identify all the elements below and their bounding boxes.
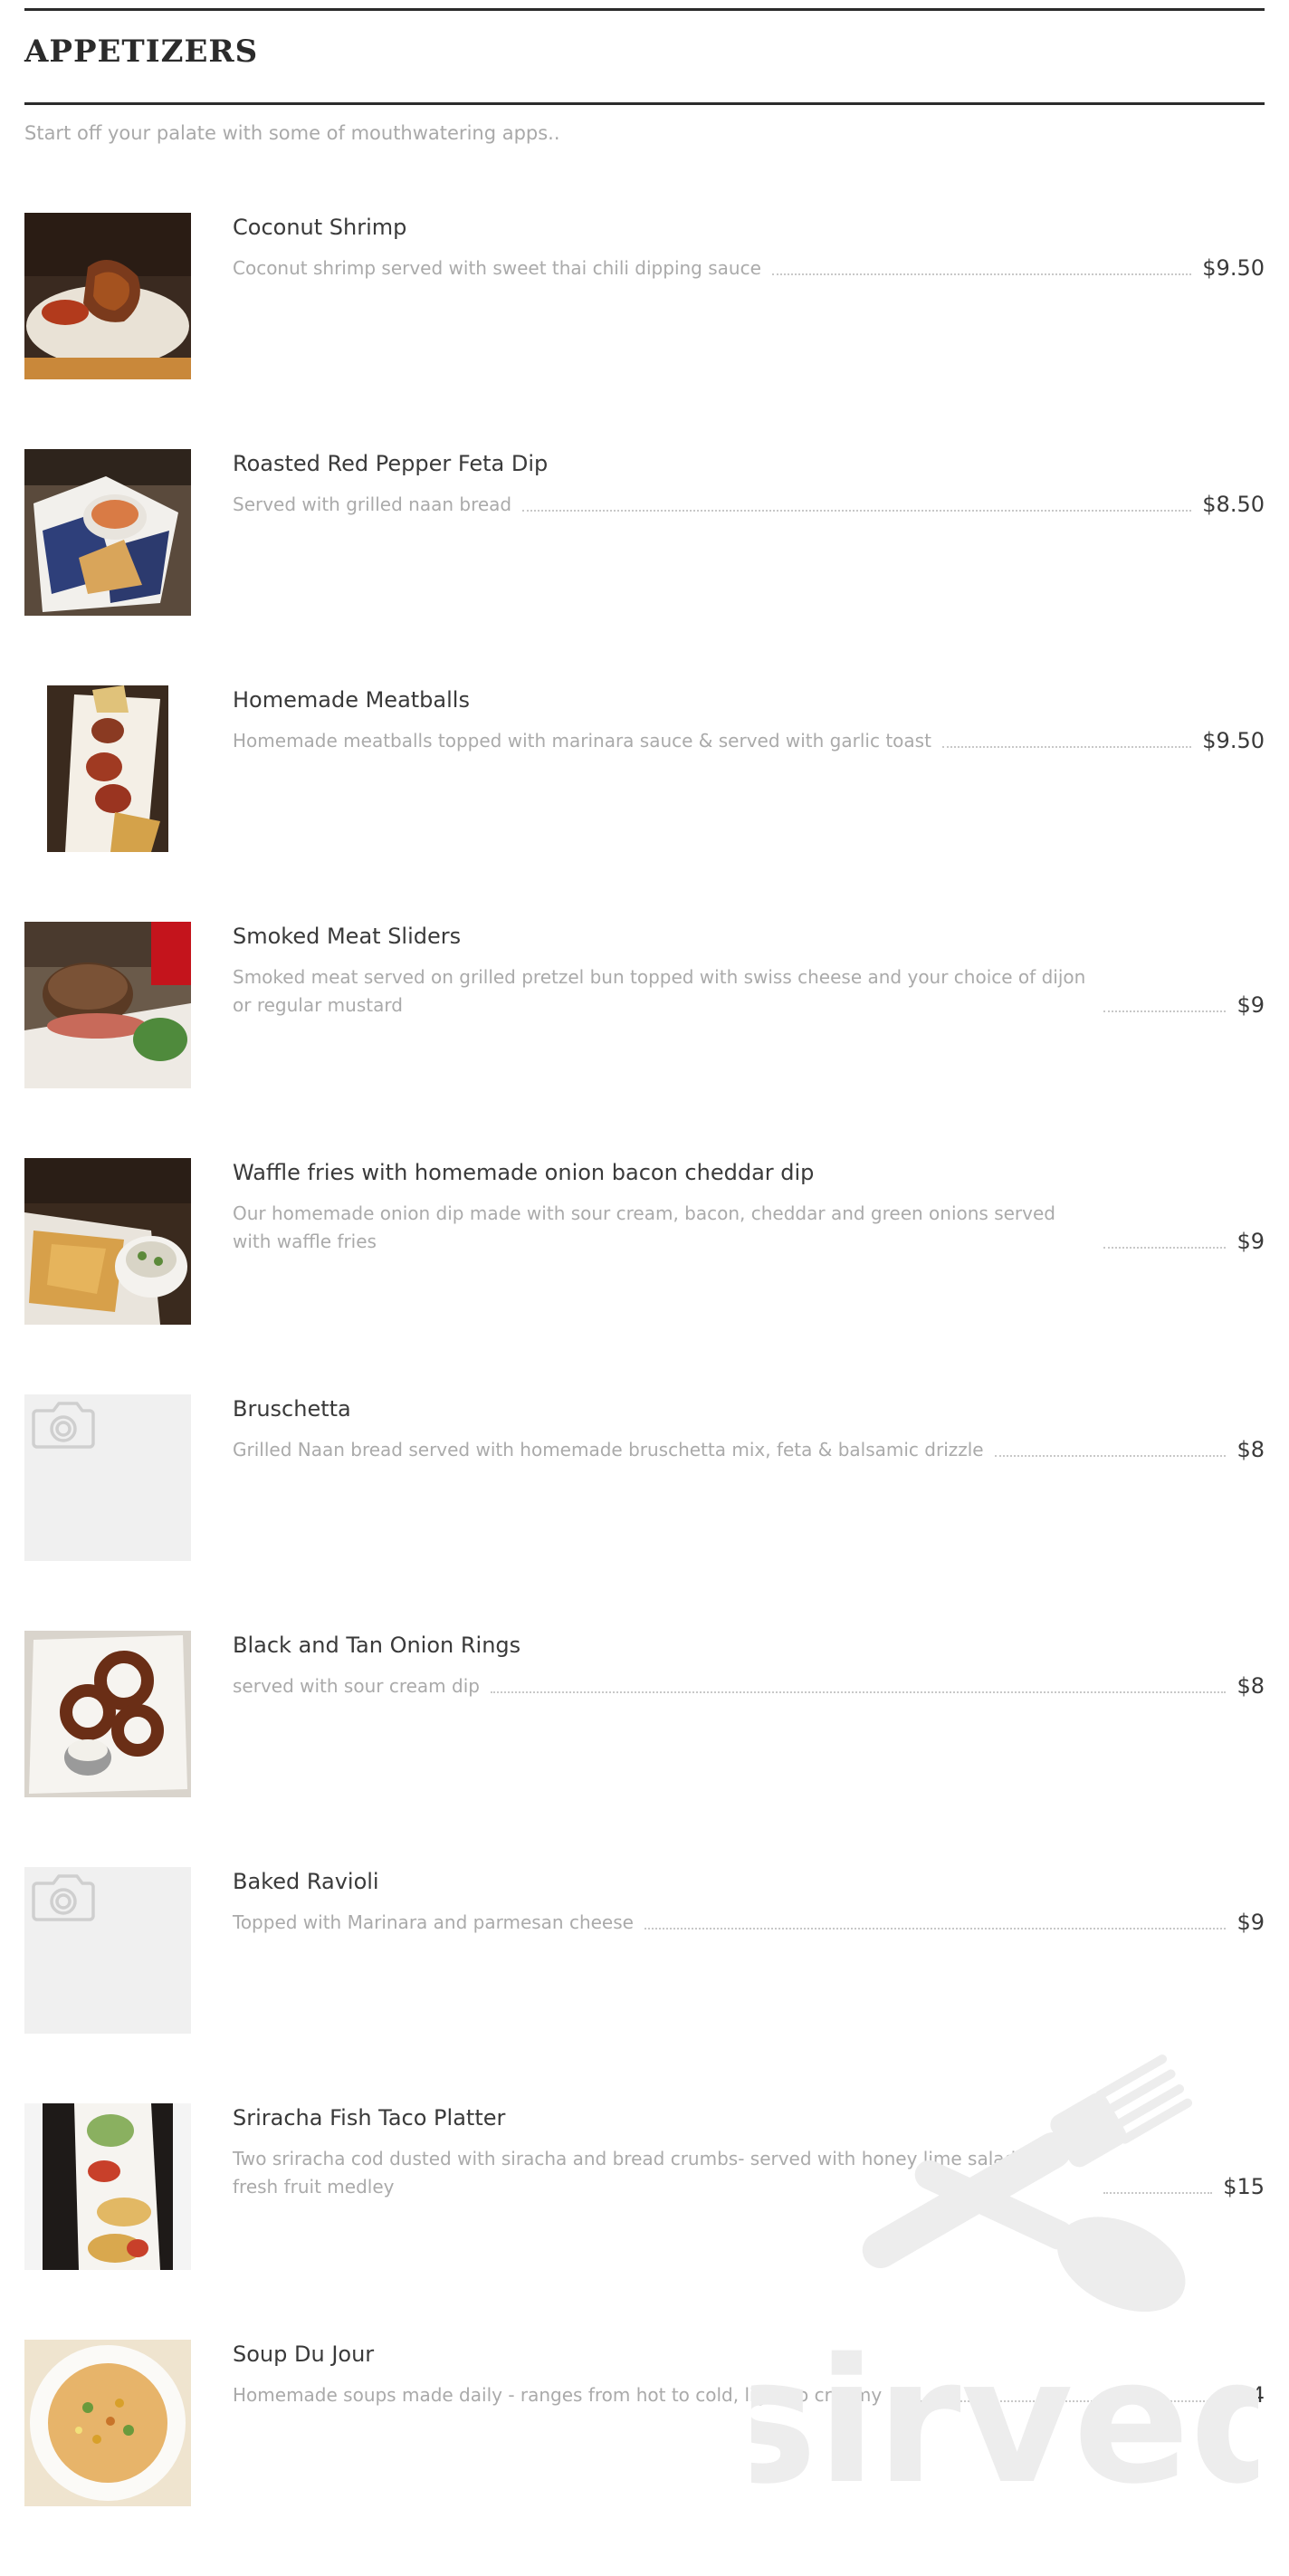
menu-item[interactable]: Roasted Red Pepper Feta Dip Served with …: [24, 449, 1265, 685]
dot-leader: [1103, 1010, 1227, 1012]
menu-item[interactable]: Coconut Shrimp Coconut shrimp served wit…: [24, 213, 1265, 449]
item-photo-onion-rings[interactable]: [24, 1631, 191, 1797]
title-divider: [24, 102, 1265, 105]
item-photo-placeholder[interactable]: [24, 1867, 191, 2034]
item-detail-row: Our homemade onion dip made with sour cr…: [233, 1200, 1265, 1256]
item-price: $9.50: [1202, 255, 1265, 281]
item-description: Topped with Marinara and parmesan cheese: [233, 1911, 634, 1933]
camera-placeholder-icon: [24, 1394, 191, 1561]
item-name: Baked Ravioli: [233, 1869, 379, 1894]
item-detail-row: Smoked meat served on grilled pretzel bu…: [233, 963, 1265, 1020]
item-description: Served with grilled naan bread: [233, 493, 512, 515]
item-name: Soup Du Jour: [233, 2341, 375, 2367]
item-detail-row: Grilled Naan bread served with homemade …: [233, 1436, 1265, 1464]
item-photo-sliders[interactable]: [24, 922, 191, 1088]
watermark-text: sirved: [751, 2322, 1258, 2490]
item-name: Smoked Meat Sliders: [233, 924, 462, 949]
dot-leader: [1103, 1247, 1227, 1249]
item-name: Homemade Meatballs: [233, 687, 470, 713]
menu-item[interactable]: Black and Tan Onion Rings served with so…: [24, 1631, 1265, 1867]
menu-item[interactable]: Smoked Meat Sliders Smoked meat served o…: [24, 922, 1265, 1158]
dot-leader: [522, 510, 1192, 512]
section-title: APPETIZERS: [24, 34, 259, 70]
item-detail-row: Coconut shrimp served with sweet thai ch…: [233, 254, 1265, 282]
dot-leader: [994, 1455, 1227, 1457]
sirved-watermark: sirved: [751, 2054, 1258, 2490]
item-photo-meatballs[interactable]: [24, 685, 191, 852]
item-name: Roasted Red Pepper Feta Dip: [233, 451, 549, 476]
item-price: $8: [1236, 1673, 1265, 1699]
item-description: served with sour cream dip: [233, 1675, 480, 1697]
item-detail-row: Topped with Marinara and parmesan cheese…: [233, 1909, 1265, 1937]
top-divider: [24, 8, 1265, 11]
item-name: Sriracha Fish Taco Platter: [233, 2105, 506, 2131]
item-photo-soup[interactable]: [24, 2340, 191, 2506]
item-photo-waffle-fries[interactable]: [24, 1158, 191, 1325]
item-name: Coconut Shrimp: [233, 215, 407, 240]
dot-leader: [941, 746, 1192, 748]
item-price: $9: [1236, 1229, 1265, 1254]
menu-item[interactable]: Homemade Meatballs Homemade meatballs to…: [24, 685, 1265, 922]
item-price: $9: [1236, 1910, 1265, 1935]
item-detail-row: Served with grilled naan bread $8.50: [233, 491, 1265, 519]
menu-item[interactable]: Bruschetta Grilled Naan bread served wit…: [24, 1394, 1265, 1631]
camera-placeholder-icon: [24, 1867, 191, 2034]
item-name: Waffle fries with homemade onion bacon c…: [233, 1160, 815, 1185]
item-photo-placeholder[interactable]: [24, 1394, 191, 1561]
fork-spoon-icon: [862, 2054, 1193, 2313]
item-name: Bruschetta: [233, 1396, 351, 1422]
item-description: Grilled Naan bread served with homemade …: [233, 1439, 984, 1460]
item-description: Smoked meat served on grilled pretzel bu…: [233, 966, 1086, 1016]
item-detail-row: served with sour cream dip $8: [233, 1672, 1265, 1700]
item-photo-feta-dip[interactable]: [24, 449, 191, 616]
section-subtitle: Start off your palate with some of mouth…: [24, 122, 560, 144]
item-photo-coconut-shrimp[interactable]: [24, 213, 191, 379]
item-photo-fish-tacos[interactable]: [24, 2103, 191, 2270]
item-price: $9.50: [1202, 728, 1265, 753]
dot-leader: [771, 273, 1192, 275]
menu-item[interactable]: Waffle fries with homemade onion bacon c…: [24, 1158, 1265, 1394]
item-description: Our homemade onion dip made with sour cr…: [233, 1202, 1055, 1252]
dot-leader: [644, 1928, 1227, 1930]
item-name: Black and Tan Onion Rings: [233, 1633, 521, 1658]
dot-leader: [490, 1691, 1227, 1693]
item-price: $9: [1236, 992, 1265, 1018]
item-price: $8.50: [1202, 492, 1265, 517]
item-price: $8: [1236, 1437, 1265, 1462]
item-description: Coconut shrimp served with sweet thai ch…: [233, 257, 761, 279]
item-description: Homemade meatballs topped with marinara …: [233, 730, 931, 752]
item-detail-row: Homemade meatballs topped with marinara …: [233, 727, 1265, 755]
